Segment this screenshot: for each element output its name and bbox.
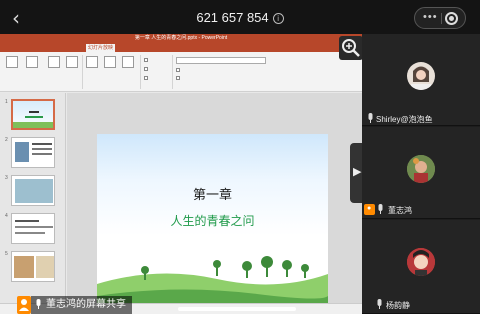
- ribbon-divider: [140, 55, 141, 89]
- ribbon-divider: [172, 55, 173, 89]
- ribbon-button[interactable]: [26, 56, 38, 68]
- slide-thumbnail-pane: 1 2 3 4 5: [0, 93, 66, 303]
- microphone-icon: [36, 299, 41, 309]
- host-icon: [17, 296, 31, 314]
- thumbnail-number: 2: [5, 137, 8, 143]
- microphone-icon: [377, 299, 382, 309]
- miniprogram-capsule: •••: [414, 7, 466, 29]
- participant-name: 杨韵静: [386, 301, 410, 310]
- meeting-id-title[interactable]: 621 657 854 i: [0, 10, 480, 25]
- slide-heading: 第一章: [192, 188, 232, 203]
- slide-subtitle: 人生的青春之问: [170, 214, 255, 228]
- monitor-select[interactable]: [176, 57, 266, 64]
- microphone-icon: [378, 204, 383, 214]
- thumbnail-number: 3: [5, 175, 8, 181]
- host-icon: ●: [364, 204, 375, 215]
- current-slide[interactable]: 第一章 人生的青春之问: [97, 134, 328, 314]
- microphone-icon: [368, 113, 373, 123]
- meeting-topbar: ‹ 621 657 854 i •••: [0, 0, 480, 34]
- tab-slideshow[interactable]: 幻灯片放映: [86, 44, 116, 52]
- slide-thumbnail[interactable]: [11, 213, 55, 244]
- participant-tile[interactable]: ● 董志鸿: [362, 127, 480, 219]
- ribbon-checkbox[interactable]: [144, 76, 148, 80]
- ribbon-checkbox[interactable]: [144, 67, 148, 71]
- screen-share-label: 董志鸿的屏幕共享: [31, 296, 132, 314]
- thumbnail-number: 4: [5, 213, 8, 219]
- slide-thumbnail[interactable]: [11, 175, 55, 206]
- participant-tile[interactable]: Shirley@泡泡鱼: [362, 34, 480, 126]
- ribbon-button[interactable]: [104, 56, 116, 68]
- slide-thumbnail[interactable]: [11, 99, 55, 130]
- avatar: [407, 248, 435, 276]
- ppt-ribbon-tabs: 幻灯片放映: [0, 43, 362, 52]
- ppt-window-title: 第一章 人生的青春之问.pptx - PowerPoint: [0, 34, 362, 43]
- info-icon: i: [272, 13, 284, 24]
- participant-list: Shirley@泡泡鱼 ● 董志鸿 杨韵静: [362, 34, 480, 314]
- horizontal-scrollbar[interactable]: [178, 307, 296, 311]
- avatar: [407, 62, 435, 90]
- participant-name: 董志鸿: [388, 206, 412, 215]
- ribbon-checkbox[interactable]: [176, 76, 180, 80]
- shared-screen[interactable]: 第一章 人生的青春之问.pptx - PowerPoint 幻灯片放映 1 2: [0, 34, 362, 314]
- participant-name: Shirley@泡泡鱼: [376, 115, 433, 124]
- chevron-right-icon: ▶: [353, 166, 362, 178]
- ribbon-button[interactable]: [6, 56, 18, 68]
- ribbon-checkbox[interactable]: [176, 68, 180, 72]
- ribbon-button[interactable]: [86, 56, 98, 68]
- sharer-name: 董志鸿的屏幕共享: [46, 299, 126, 310]
- close-button[interactable]: [445, 12, 458, 25]
- slide-thumbnail[interactable]: [11, 137, 55, 168]
- slide-thumbnail[interactable]: [11, 251, 55, 282]
- ribbon-button[interactable]: [66, 56, 78, 68]
- thumbnail-number: 1: [5, 99, 8, 105]
- zoom-icon: [342, 39, 360, 57]
- ribbon-checkbox[interactable]: [144, 58, 148, 62]
- ribbon-button[interactable]: [122, 56, 134, 68]
- ribbon-button[interactable]: [48, 56, 60, 68]
- more-button[interactable]: •••: [423, 11, 438, 23]
- ppt-ribbon: [0, 52, 362, 92]
- thumbnail-number: 5: [5, 251, 8, 257]
- ribbon-divider: [82, 55, 83, 89]
- capsule-divider: [441, 13, 442, 24]
- slide-editor: 第一章 人生的青春之问: [67, 93, 362, 314]
- avatar: [407, 155, 435, 183]
- participant-tile[interactable]: 杨韵静: [362, 220, 480, 314]
- meeting-id-text: 621 657 854: [196, 10, 269, 25]
- zoom-button[interactable]: [339, 36, 363, 60]
